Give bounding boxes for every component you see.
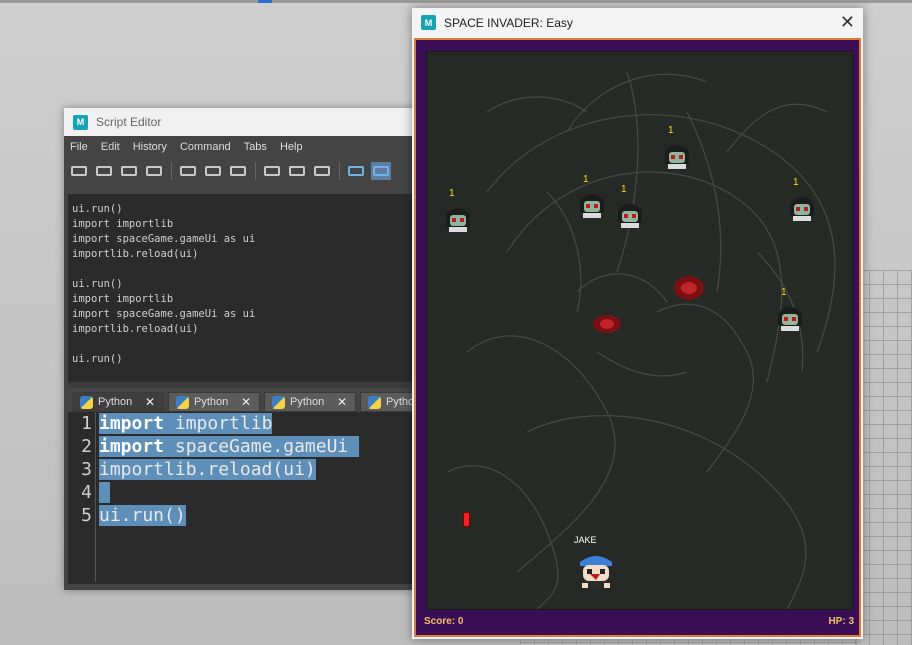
line-number: 3 (81, 459, 92, 480)
menu-history[interactable]: History (133, 141, 167, 153)
player-name: JAKE (574, 535, 597, 545)
line-numbers-icon[interactable] (371, 162, 391, 180)
enemy-health-label: 1 (449, 188, 455, 199)
show-input-icon[interactable] (287, 162, 307, 180)
tab-python-2[interactable]: Python ✕ (168, 392, 260, 412)
python-icon (368, 395, 381, 409)
history-output-pane[interactable]: ui.run() import importlib import spaceGa… (68, 194, 424, 382)
player-ship (580, 556, 612, 590)
python-icon (176, 395, 189, 409)
line-number-gutter: 1 2 3 4 5 (68, 412, 96, 582)
enemy-sprite: 1 (660, 125, 694, 175)
enemy-icon (446, 208, 470, 232)
toolbar-separator (171, 162, 172, 180)
enemy-sprite: 1 (575, 174, 609, 224)
code-text: importlib (164, 413, 273, 434)
bullet (463, 512, 470, 527)
tab-label: Pytho (386, 396, 415, 408)
code-lines: import importlib import spaceGame.gameUi… (99, 412, 360, 527)
menu-command[interactable]: Command (180, 141, 231, 153)
enemy-icon (580, 194, 604, 218)
close-icon[interactable]: ✕ (840, 12, 855, 33)
script-editor-titlebar[interactable]: M Script Editor (64, 108, 424, 136)
enemy-icon (665, 145, 689, 169)
line-number: 1 (81, 413, 92, 434)
code-text: ui.run() (99, 505, 186, 526)
script-tabs: Python ✕ Python ✕ Python ✕ Pytho (72, 392, 424, 412)
close-tab-icon[interactable]: ✕ (241, 395, 251, 409)
maya-app-icon: M (73, 114, 88, 130)
tab-python-1[interactable]: Python ✕ (72, 392, 164, 412)
code-keyword: import (99, 436, 165, 457)
code-keyword: import (99, 413, 165, 434)
menu-help[interactable]: Help (280, 141, 303, 153)
enemy-icon (778, 307, 802, 331)
menu-tabs[interactable]: Tabs (244, 141, 267, 153)
score-label: Score: 0 (424, 616, 464, 627)
script-editor-window: M Script Editor File Edit History Comman… (64, 108, 424, 590)
close-tab-icon[interactable]: ✕ (145, 395, 155, 409)
line-number: 5 (81, 505, 92, 526)
enemy-icon (618, 204, 642, 228)
viewport-grid (855, 270, 912, 645)
enemy-health-label: 1 (583, 174, 589, 185)
clear-all-icon[interactable] (228, 162, 248, 180)
code-line: import importlib (99, 412, 359, 435)
game-frame: 1 1 1 1 1 1 JAKE Score: 0 HP: 3 (414, 38, 861, 637)
save-script-icon[interactable] (119, 162, 139, 180)
clear-history-icon[interactable] (178, 162, 198, 180)
menu-file[interactable]: File (70, 141, 88, 153)
enemy-health-label: 1 (668, 125, 674, 136)
toolbar (64, 158, 424, 184)
enemy-sprite: 1 (785, 177, 819, 227)
enemy-health-label: 1 (621, 184, 627, 195)
close-tab-icon[interactable]: ✕ (337, 395, 347, 409)
show-both-icon[interactable] (312, 162, 332, 180)
toolbar-separator (255, 162, 256, 180)
history-output-text: ui.run() import importlib import spaceGa… (72, 203, 256, 365)
enemy-health-label: 1 (781, 287, 787, 298)
game-field[interactable]: 1 1 1 1 1 1 JAKE (426, 51, 853, 610)
code-line: importlib.reload(ui) (99, 458, 359, 481)
line-number: 4 (81, 482, 92, 503)
clear-input-icon[interactable] (203, 162, 223, 180)
tab-label: Python (290, 396, 325, 408)
status-bar: Score: 0 HP: 3 (424, 616, 854, 632)
enemy-health-label: 1 (793, 177, 799, 188)
code-text: importlib.reload(ui) (99, 459, 316, 480)
tab-label: Python (194, 396, 229, 408)
enemy-sprite: 1 (613, 184, 647, 234)
game-window: M SPACE INVADER: Easy ✕ 1 1 1 1 1 1 JAKE… (412, 8, 863, 639)
code-line: ui.run() (99, 504, 359, 527)
menu-edit[interactable]: Edit (101, 141, 120, 153)
echo-commands-icon[interactable] (346, 162, 366, 180)
code-line: import spaceGame.gameUi (99, 435, 360, 458)
toolbar-separator (339, 162, 340, 180)
show-history-icon[interactable] (262, 162, 282, 180)
source-script-icon[interactable] (94, 162, 114, 180)
enemy-sprite: 1 (441, 188, 475, 238)
maya-app-icon: M (421, 15, 436, 30)
hp-label: HP: 3 (828, 616, 854, 627)
code-text: spaceGame.gameUi (164, 436, 360, 457)
top-strip (0, 0, 912, 3)
menu-bar: File Edit History Command Tabs Help (64, 136, 424, 158)
enemy-icon (790, 197, 814, 221)
code-line (99, 481, 359, 504)
game-titlebar[interactable]: M SPACE INVADER: Easy ✕ (412, 8, 863, 37)
code-input-area[interactable]: 1 2 3 4 5 import importlib import spaceG… (68, 412, 424, 584)
save-to-shelf-icon[interactable] (144, 162, 164, 180)
python-icon (272, 395, 285, 409)
tab-label: Python (98, 396, 133, 408)
open-script-icon[interactable] (69, 162, 89, 180)
python-icon (80, 395, 93, 409)
tab-python-3[interactable]: Python ✕ (264, 392, 356, 412)
enemy-sprite: 1 (773, 287, 807, 337)
code-text (99, 482, 110, 503)
pane-splitter[interactable] (68, 382, 424, 388)
line-number: 2 (81, 436, 92, 457)
window-title: Script Editor (96, 115, 162, 129)
game-window-title: SPACE INVADER: Easy (444, 15, 573, 30)
